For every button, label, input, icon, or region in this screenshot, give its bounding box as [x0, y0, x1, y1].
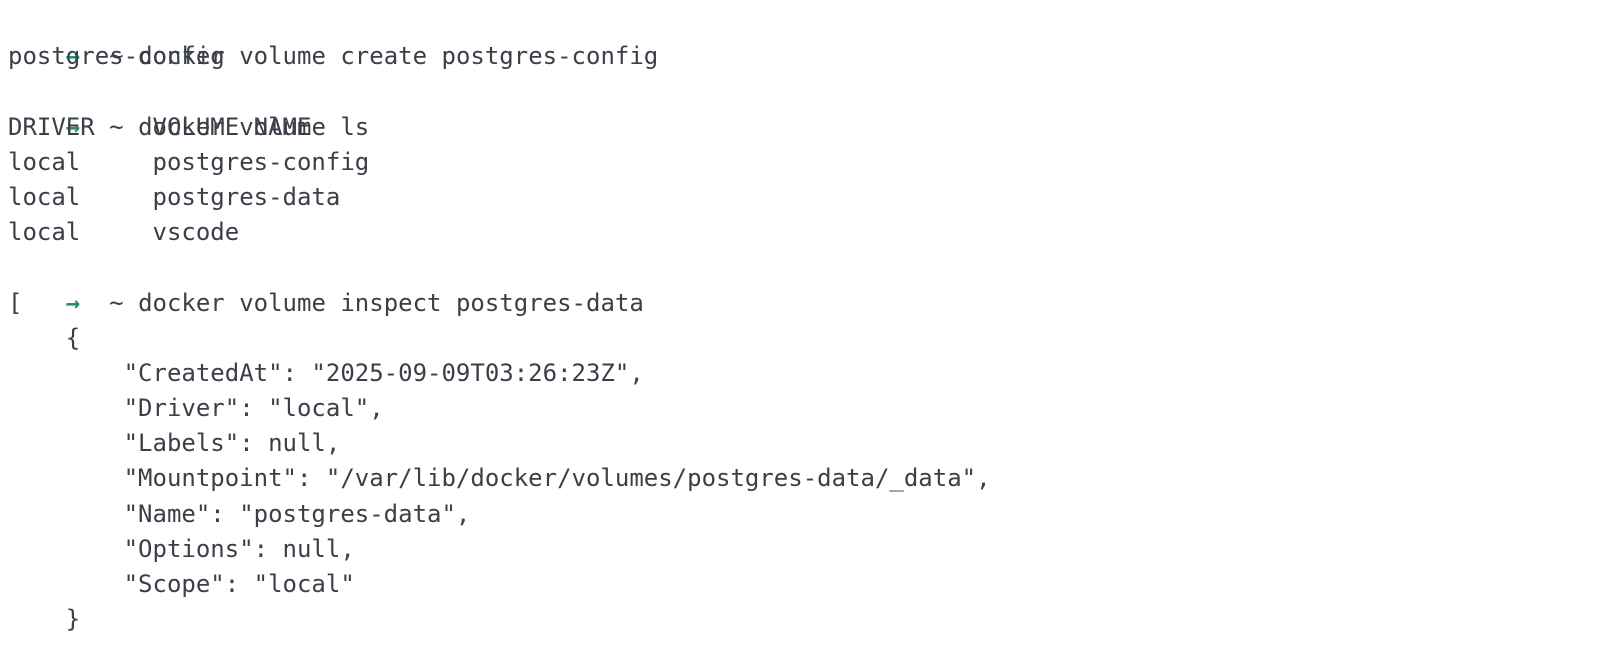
- json-line: "Options": null,: [8, 534, 355, 563]
- table-row: local vscode: [8, 218, 240, 247]
- command-line: → ~ docker volume ls: [8, 74, 1606, 141]
- json-line: "CreatedAt": "2025-09-09T03:26:23Z",: [8, 358, 644, 387]
- json-line: "Scope": "local": [8, 570, 355, 598]
- json-line: "Labels": null,: [8, 429, 341, 458]
- table-row: local postgres-config: [8, 147, 370, 176]
- table-header-line: DRIVER VOLUME NAME: [8, 112, 312, 141]
- json-line: "Name": "postgres-data",: [8, 499, 471, 528]
- json-line: "Mountpoint": "/var/lib/docker/volumes/p…: [8, 464, 991, 493]
- json-line: {: [8, 323, 81, 352]
- command-line: → ~ docker volume create postgres-config: [8, 4, 1606, 70]
- json-line: }: [8, 605, 81, 634]
- prompt-arrow-icon: →: [65, 288, 81, 317]
- command-text: docker volume inspect postgres-data: [138, 288, 644, 317]
- json-line: "Driver": "local",: [8, 394, 384, 423]
- prompt-directory: ~: [109, 288, 124, 317]
- table-row: local postgres-data: [8, 182, 341, 211]
- terminal-output[interactable]: → ~ docker volume create postgres-config…: [8, 4, 1606, 637]
- command-line: → ~ docker volume inspect postgres-data: [8, 250, 1606, 317]
